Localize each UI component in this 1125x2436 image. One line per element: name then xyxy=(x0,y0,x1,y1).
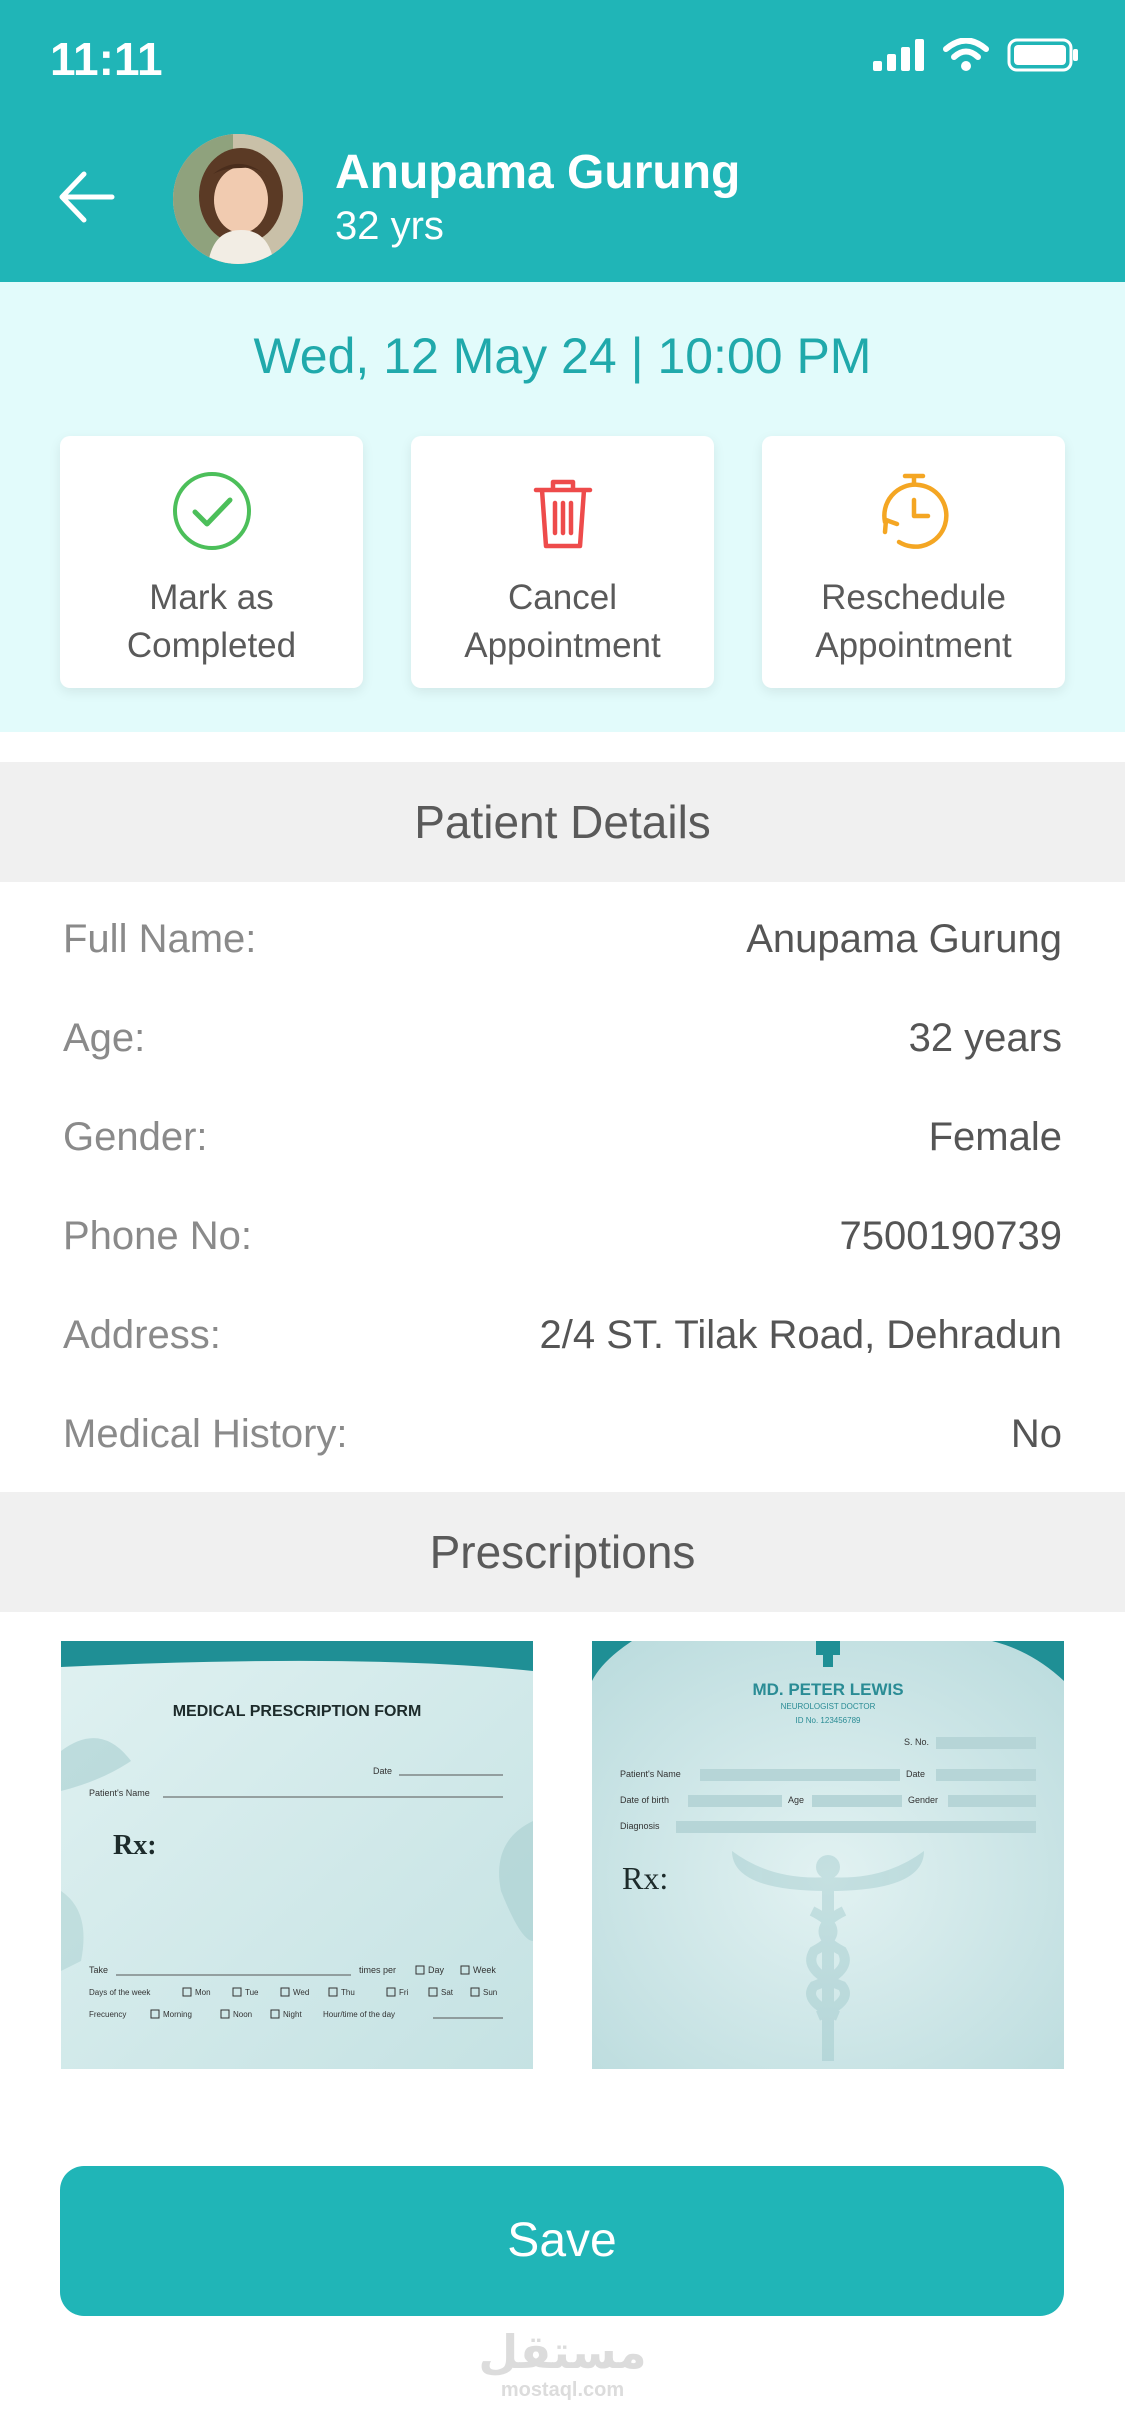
status-time: 11:11 xyxy=(50,33,163,85)
svg-text:Rx:: Rx: xyxy=(113,1830,157,1861)
detail-label: Full Name: xyxy=(63,917,257,961)
prescription-thumbnail-2[interactable]: MD. PETER LEWIS NEUROLOGIST DOCTOR ID No… xyxy=(592,1641,1064,2069)
detail-row-address: Address: 2/4 ST. Tilak Road, Dehradun xyxy=(63,1305,1062,1365)
svg-text:Day: Day xyxy=(428,1965,445,1975)
detail-value: 7500190739 xyxy=(839,1214,1062,1258)
check-circle-icon xyxy=(173,472,251,550)
detail-label: Phone No: xyxy=(63,1214,253,1258)
detail-row-age: Age: 32 years xyxy=(63,1008,1062,1068)
back-arrow-icon[interactable] xyxy=(52,162,122,232)
watermark-arabic: مستقل xyxy=(478,2326,647,2378)
svg-text:Hour/time of the day: Hour/time of the day xyxy=(323,2010,395,2019)
svg-text:NEUROLOGIST DOCTOR: NEUROLOGIST DOCTOR xyxy=(781,1702,876,1711)
cancel-appointment-button[interactable]: Cancel Appointment xyxy=(411,436,714,688)
svg-text:Diagnosis: Diagnosis xyxy=(620,1821,660,1831)
battery-icon xyxy=(1007,38,1078,72)
svg-text:S. No.: S. No. xyxy=(904,1737,929,1747)
svg-text:Mon: Mon xyxy=(195,1988,211,1997)
clock-reschedule-icon xyxy=(882,473,949,549)
prescription-thumbnail-1[interactable]: MEDICAL PRESCRIPTION FORM Date Patient's… xyxy=(61,1641,533,2069)
svg-text:Sun: Sun xyxy=(483,1988,497,1997)
detail-row-phone: Phone No: 7500190739 xyxy=(63,1206,1062,1266)
patient-age: 32 yrs xyxy=(335,204,444,248)
patient-name: Anupama Gurung xyxy=(335,146,741,199)
detail-row-full-name: Full Name: Anupama Gurung xyxy=(63,909,1062,969)
svg-text:Rx:: Rx: xyxy=(622,1860,668,1896)
detail-value: 32 years xyxy=(908,1016,1062,1060)
svg-text:Wed: Wed xyxy=(293,1988,309,1997)
detail-label: Address: xyxy=(63,1313,221,1357)
form1-title: MEDICAL PRESCRIPTION FORM xyxy=(173,1703,422,1720)
prescription-form-image: MD. PETER LEWIS NEUROLOGIST DOCTOR ID No… xyxy=(592,1641,1064,2069)
reschedule-appointment-label: Reschedule Appointment xyxy=(815,578,1012,665)
reschedule-appointment-button[interactable]: Reschedule Appointment xyxy=(762,436,1065,688)
status-icons xyxy=(873,38,1079,72)
detail-row-gender: Gender: Female xyxy=(63,1107,1062,1167)
svg-text:Noon: Noon xyxy=(233,2010,252,2019)
detail-label: Gender: xyxy=(63,1115,208,1159)
detail-value: Anupama Gurung xyxy=(746,917,1062,961)
detail-value: Female xyxy=(928,1115,1062,1159)
svg-text:Morning: Morning xyxy=(163,2010,192,2019)
svg-text:Date of birth: Date of birth xyxy=(620,1795,669,1805)
appointment-datetime: Wed, 12 May 24 | 10:00 PM xyxy=(253,328,872,384)
app-header: 11:11 Anupama Gurung 32 yrs xyxy=(0,0,1125,282)
svg-text:Gender: Gender xyxy=(908,1795,938,1805)
svg-text:Night: Night xyxy=(283,2010,302,2019)
detail-value: 2/4 ST. Tilak Road, Dehradun xyxy=(539,1313,1062,1357)
cancel-appointment-label: Cancel Appointment xyxy=(464,578,661,665)
svg-text:Age: Age xyxy=(788,1795,804,1805)
svg-text:ID No. 123456789: ID No. 123456789 xyxy=(796,1716,861,1725)
svg-text:Week: Week xyxy=(473,1965,496,1975)
prescriptions-heading: Prescriptions xyxy=(0,1492,1125,1612)
svg-text:Tue: Tue xyxy=(245,1988,259,1997)
svg-text:Sat: Sat xyxy=(441,1988,454,1997)
patient-details-heading: Patient Details xyxy=(0,762,1125,882)
svg-text:Date: Date xyxy=(373,1766,392,1776)
watermark-latin: mostaql.com xyxy=(500,2379,625,2401)
appointment-panel: Wed, 12 May 24 | 10:00 PM Mark as Comple… xyxy=(0,282,1125,732)
svg-text:Patient's Name: Patient's Name xyxy=(620,1769,681,1779)
trash-icon xyxy=(533,479,593,549)
watermark: مستقل mostaql.com xyxy=(0,2325,1125,2402)
detail-label: Medical History: xyxy=(63,1412,348,1456)
signal-icon xyxy=(873,39,924,71)
svg-text:times per: times per xyxy=(359,1965,396,1975)
detail-value: No xyxy=(1010,1412,1062,1456)
svg-text:Fri: Fri xyxy=(399,1988,409,1997)
svg-text:Days of the week: Days of the week xyxy=(89,1988,151,1997)
wifi-icon xyxy=(943,38,989,71)
avatar xyxy=(173,134,303,264)
svg-text:Date: Date xyxy=(906,1769,925,1779)
svg-text:Thu: Thu xyxy=(341,1988,355,1997)
detail-label: Age: xyxy=(63,1016,146,1060)
prescription-form-image: MEDICAL PRESCRIPTION FORM Date Patient's… xyxy=(61,1641,533,2069)
mark-completed-label: Mark as Completed xyxy=(126,578,297,665)
save-button[interactable]: Save xyxy=(60,2166,1064,2316)
form2-doctor: MD. PETER LEWIS xyxy=(752,1680,903,1699)
svg-text:Take: Take xyxy=(89,1965,108,1975)
detail-row-medical-history: Medical History: No xyxy=(63,1404,1062,1464)
avatar-image xyxy=(173,134,303,264)
svg-text:Frecuency: Frecuency xyxy=(89,2010,126,2019)
mark-completed-button[interactable]: Mark as Completed xyxy=(60,436,363,688)
svg-text:Patient's Name: Patient's Name xyxy=(89,1788,150,1798)
